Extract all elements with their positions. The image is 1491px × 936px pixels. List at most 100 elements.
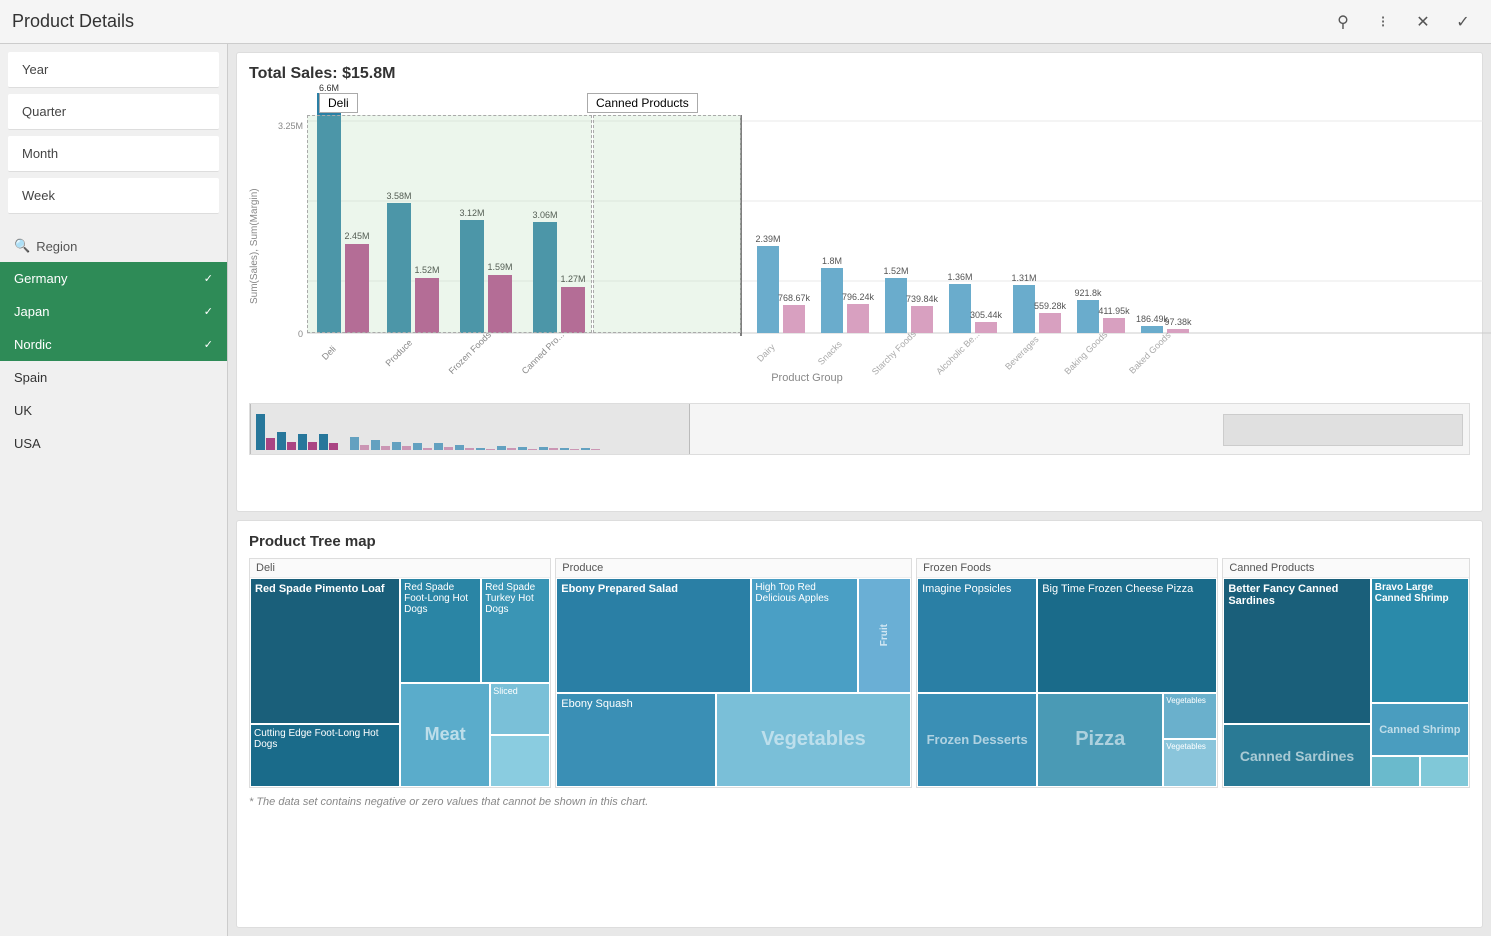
tm-cell-turkey: Red Spade Turkey Hot Dogs: [481, 578, 550, 683]
y-axis: 3.25M 0: [267, 91, 307, 401]
tm-cell-shrimp: Bravo Large Canned Shrimp: [1371, 578, 1469, 703]
svg-text:1.27M: 1.27M: [560, 274, 585, 284]
tm-cell-pimento: Red Spade Pimento Loaf: [250, 578, 400, 724]
svg-text:Frozen Foods: Frozen Foods: [447, 329, 494, 376]
check-germany: ✓: [204, 272, 213, 285]
sidebar: Year Quarter Month Week 🔍 Region Germany…: [0, 44, 228, 936]
svg-text:2.39M: 2.39M: [755, 234, 780, 244]
svg-text:3.12M: 3.12M: [459, 208, 484, 218]
svg-text:921.8k: 921.8k: [1074, 288, 1102, 298]
bar-snacks-margin: [847, 304, 869, 333]
tm-cell-extra2: [1420, 756, 1469, 787]
svg-text:3.06M: 3.06M: [532, 210, 557, 220]
sidebar-filters: Year Quarter Month Week: [0, 44, 227, 222]
svg-text:1.8M: 1.8M: [822, 256, 842, 266]
svg-text:Baking Goods: Baking Goods: [1062, 329, 1109, 376]
svg-text:796.24k: 796.24k: [842, 292, 875, 302]
svg-text:2.45M: 2.45M: [344, 231, 369, 241]
bar-produce-margin: [415, 278, 439, 333]
svg-text:1.31M: 1.31M: [1011, 273, 1036, 283]
tm-cell-sardines-wm: Canned Sardines: [1223, 724, 1370, 787]
bar-alcoholic-margin: [975, 322, 997, 333]
check-nordic: ✓: [204, 338, 213, 351]
tm-cell-apples: High Top Red Delicious Apples: [751, 578, 857, 693]
treemap-produce-header: Produce: [556, 559, 911, 578]
region-germany[interactable]: Germany ✓: [0, 262, 227, 295]
tm-cell-vegetables: Vegetables: [716, 693, 911, 787]
region-nordic[interactable]: Nordic ✓: [0, 328, 227, 361]
bar-produce-sales: [387, 203, 411, 333]
tm-cell-extra1: [1371, 756, 1420, 787]
treemap-canned: Canned Products Better Fancy Canned Sard…: [1222, 558, 1470, 788]
bar-snacks-sales: [821, 268, 843, 333]
filter-year[interactable]: Year: [8, 52, 219, 88]
app-header: Product Details ⚲ ⁝ ✕ ✓: [0, 0, 1491, 44]
tm-cell-popsicles: Imagine Popsicles: [917, 578, 1037, 693]
tm-cell-pizza-wm: Pizza: [1037, 693, 1163, 787]
chart-inner: Deli Canned Products: [307, 91, 1470, 401]
tm-cell-footlong: Red Spade Foot-Long Hot Dogs: [400, 578, 481, 683]
region-japan[interactable]: Japan ✓: [0, 295, 227, 328]
tm-cell-shrimp-wm: Canned Shrimp: [1371, 703, 1469, 755]
region-uk[interactable]: UK: [0, 394, 227, 427]
treemap-deli-cells: Red Spade Pimento Loaf Cutting Edge Foot…: [250, 578, 550, 787]
treemap-footnote: * The data set contains negative or zero…: [249, 796, 1470, 808]
content-area: Total Sales: $15.8M Sum(Sales), Sum(Marg…: [228, 44, 1491, 936]
bar-canned-margin: [561, 287, 585, 333]
bar-dairy-margin: [783, 305, 805, 333]
main-layout: Year Quarter Month Week 🔍 Region Germany…: [0, 44, 1491, 936]
region-label: Region: [36, 239, 77, 254]
region-spain[interactable]: Spain: [0, 361, 227, 394]
bar-baked-margin: [1167, 329, 1189, 333]
callout-canned: Canned Products: [587, 93, 698, 113]
svg-text:559.28k: 559.28k: [1034, 301, 1067, 311]
region-section: 🔍 Region Germany ✓ Japan ✓ Nordic ✓ Spai…: [0, 230, 227, 936]
svg-text:Deli: Deli: [320, 344, 338, 362]
svg-text:6.6M: 6.6M: [319, 83, 339, 93]
bar-deli-margin: [345, 244, 369, 333]
check-icon[interactable]: ✓: [1447, 6, 1479, 38]
bar-baking-margin: [1103, 318, 1125, 333]
treemap-deli: Deli Red Spade Pimento Loaf Cutting Edge…: [249, 558, 551, 788]
svg-text:739.84k: 739.84k: [906, 294, 939, 304]
svg-text:1.52M: 1.52M: [414, 265, 439, 275]
region-usa[interactable]: USA: [0, 427, 227, 460]
filter-quarter[interactable]: Quarter: [8, 94, 219, 130]
svg-text:Beverages: Beverages: [1003, 334, 1041, 372]
svg-text:768.67k: 768.67k: [778, 293, 811, 303]
treemap-frozen-cells: Imagine Popsicles Big Time Frozen Cheese…: [917, 578, 1217, 787]
bar-baking-sales: [1077, 300, 1099, 333]
svg-text:3.58M: 3.58M: [386, 191, 411, 201]
scroll-handle-right[interactable]: [1223, 414, 1463, 446]
tm-cell-more-frozen: Vegetables: [1163, 739, 1217, 787]
svg-text:Dairy: Dairy: [755, 342, 777, 364]
mini-chart[interactable]: [249, 403, 1470, 455]
filter-month[interactable]: Month: [8, 136, 219, 172]
svg-text:1.59M: 1.59M: [487, 262, 512, 272]
tm-cell-sliced: Sliced: [490, 683, 550, 735]
bar-starchy-sales: [885, 278, 907, 333]
svg-text:Baked Goods: Baked Goods: [1127, 330, 1173, 376]
scroll-thumb[interactable]: [250, 404, 690, 454]
filter-week[interactable]: Week: [8, 178, 219, 214]
check-japan: ✓: [204, 305, 213, 318]
y-axis-label: Sum(Sales), Sum(Margin): [249, 91, 267, 401]
treemap-produce: Produce Ebony Prepared Salad Ebony Squas…: [555, 558, 912, 788]
bar-alcoholic-sales: [949, 284, 971, 333]
close-icon[interactable]: ✕: [1407, 6, 1439, 38]
bar-starchy-margin: [911, 306, 933, 333]
search-icon[interactable]: ⚲: [1327, 6, 1359, 38]
tm-cell-squash: Ebony Squash: [556, 693, 716, 787]
treemap-frozen: Frozen Foods Imagine Popsicles Big Time …: [916, 558, 1218, 788]
tm-cell-cutting: Cutting Edge Foot-Long Hot Dogs: [250, 724, 400, 787]
svg-text:Canned Pro...: Canned Pro...: [520, 330, 566, 376]
svg-text:Alcoholic Be...: Alcoholic Be...: [934, 329, 981, 376]
svg-text:97.38k: 97.38k: [1164, 317, 1192, 327]
svg-text:Snacks: Snacks: [816, 339, 844, 367]
bar-beverages-sales: [1013, 285, 1035, 333]
chart-panel: Total Sales: $15.8M Sum(Sales), Sum(Marg…: [236, 52, 1483, 512]
settings-icon[interactable]: ⁝: [1367, 6, 1399, 38]
bar-chart-svg: 6.6M 2.45M 3.58M 1.52M 3.12M 1.59M: [307, 91, 1470, 376]
svg-text:1.52M: 1.52M: [883, 266, 908, 276]
region-header: 🔍 Region: [0, 230, 227, 262]
